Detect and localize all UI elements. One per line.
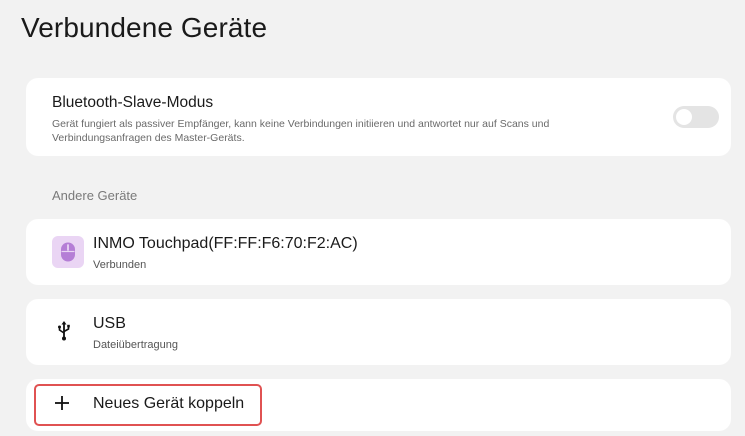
device-name: USB — [93, 315, 126, 332]
usb-icon — [54, 319, 74, 343]
bluetooth-slave-mode-title: Bluetooth-Slave-Modus — [52, 94, 214, 111]
bluetooth-slave-mode-toggle[interactable] — [673, 106, 719, 128]
device-name: INMO Touchpad(FF:FF:F6:70:F2:AC) — [93, 235, 358, 252]
toggle-knob — [676, 109, 692, 125]
device-status: Dateiübertragung — [93, 339, 179, 351]
page-title: Verbundene Geräte — [21, 12, 268, 43]
section-label-other-devices: Andere Geräte — [52, 188, 138, 203]
mouse-icon — [52, 236, 84, 268]
pair-new-device-button[interactable]: Neues Gerät koppeln — [93, 395, 244, 413]
device-status: Verbunden — [93, 259, 147, 271]
device-item-inmo-touchpad[interactable]: INMO Touchpad(FF:FF:F6:70:F2:AC) Verbund… — [26, 219, 731, 285]
bluetooth-slave-mode-description: Gerät fungiert als passiver Empfänger, k… — [52, 118, 550, 144]
bluetooth-slave-mode-row[interactable]: Bluetooth-Slave-Modus Gerät fungiert als… — [26, 78, 731, 156]
device-item-usb[interactable]: USB Dateiübertragung — [26, 299, 731, 365]
plus-icon — [52, 393, 72, 413]
